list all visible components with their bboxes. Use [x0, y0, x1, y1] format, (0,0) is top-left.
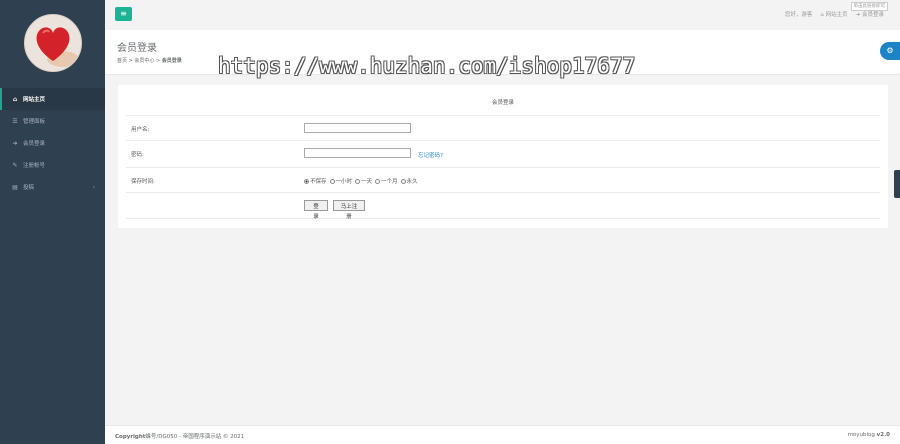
footer: Copyright蜂号/DG050 - 帝国程序演示站 © 2021 moyub…: [105, 425, 900, 444]
keep-radio-group: 不保存 一小时 一天 一个月 永久: [304, 177, 418, 185]
username-row: 用户名:: [126, 115, 880, 141]
keep-option-label: 一小时: [335, 179, 353, 185]
sidebar-item-label: 网站主页: [23, 97, 46, 103]
footer-copyright: Copyright蜂号/DG050 - 帝国程序演示站 © 2021: [115, 432, 244, 440]
password-input[interactable]: [304, 148, 411, 158]
gear-icon: ⚙: [886, 46, 894, 55]
radio-icon[interactable]: [375, 179, 381, 184]
sidebar-item-2[interactable]: ➜ 会员登录: [0, 132, 105, 154]
avatar[interactable]: [23, 14, 82, 72]
breadcrumb-member-center[interactable]: 会员中心: [134, 58, 154, 64]
sidebar-item-label: 投稿: [23, 185, 35, 191]
brand-name: moyublog: [847, 432, 875, 438]
watermark: https://www.huzhan.com/ishop17677: [218, 54, 636, 78]
sidebar-item-0[interactable]: ⌂ 网站主页: [0, 88, 105, 110]
sidebar-item-1[interactable]: ☰ 管理面板: [0, 110, 105, 132]
sidebar-item-4[interactable]: ▤ 投稿 ‹: [0, 176, 105, 198]
copyright-text: 蜂号/DG050 - 帝国程序演示站 © 2021: [145, 434, 245, 440]
home-icon: ⌂: [12, 95, 18, 103]
radio-icon[interactable]: [355, 179, 361, 184]
sidebar-item-label: 注册帐号: [23, 163, 46, 169]
login-button[interactable]: 登 录: [304, 200, 328, 220]
sidebar-item-label: 管理面板: [23, 119, 46, 125]
panel-title: 会员登录: [491, 100, 514, 106]
list-icon: ☰: [12, 117, 18, 125]
home-icon: ⌂: [820, 12, 824, 18]
version-text: v2.0: [876, 432, 890, 438]
keep-option-4[interactable]: 永久: [400, 177, 418, 185]
keep-option-label: 永久: [406, 179, 418, 185]
menu-toggle-button[interactable]: ≡: [115, 7, 132, 21]
sign-in-icon: ➜: [855, 12, 861, 18]
breadcrumb-home[interactable]: 首页: [117, 58, 127, 64]
radio-icon[interactable]: [304, 179, 309, 184]
page-title: 会员登录: [117, 43, 157, 54]
keep-row: 保存时间: 不保存 一小时 一天 一个月 永久: [126, 167, 880, 193]
register-button[interactable]: 马上注册: [333, 200, 365, 220]
topbar-link-login-label: 会员登录: [861, 12, 884, 18]
copyright-word: Copyright: [115, 434, 146, 440]
sidebar-item-3[interactable]: ✎ 注册帐号: [0, 154, 105, 176]
topbar-link-home-label: 网站主页: [825, 12, 848, 18]
password-label: 密码:: [131, 152, 144, 158]
password-row: 密码: 忘记密码?: [126, 140, 880, 166]
keep-option-3[interactable]: 一个月: [375, 177, 398, 185]
keep-option-2[interactable]: 一天: [355, 177, 372, 185]
sign-in-icon: ➜: [12, 139, 18, 147]
keep-option-label: 一天: [361, 179, 373, 185]
side-tab-handle[interactable]: [894, 170, 900, 198]
breadcrumb-current: 会员登录: [161, 58, 182, 64]
top-right-links: 您好，游客 ⌂ 网站主页 ➜ 会员登录: [785, 10, 884, 18]
sidebar: ⌂ 网站主页 ☰ 管理面板 ➜ 会员登录 ✎ 注册帐号 ▤ 投稿 ‹: [0, 0, 105, 444]
radio-icon[interactable]: [400, 179, 406, 184]
keep-option-1[interactable]: 一小时: [329, 177, 353, 185]
footer-brand: moyublog v2.0: [848, 432, 890, 438]
topbar: ≡ 单击此链接即可 您好，游客 ⌂ 网站主页 ➜ 会员登录: [105, 0, 900, 30]
topbar-link-login[interactable]: ➜ 会员登录: [856, 10, 884, 18]
breadcrumb: 首页 > 会员中心 > 会员登录: [117, 58, 182, 64]
bars-icon: ≡: [120, 9, 127, 18]
sidebar-nav: ⌂ 网站主页 ☰ 管理面板 ➜ 会员登录 ✎ 注册帐号 ▤ 投稿 ‹: [0, 88, 105, 198]
keep-option-label: 一个月: [381, 179, 398, 185]
sidebar-item-label: 会员登录: [23, 141, 46, 147]
profile-area: [0, 0, 105, 86]
username-label: 用户名:: [131, 127, 150, 133]
greeting-text: 您好，游客: [784, 12, 813, 18]
keep-option-label: 不保存: [310, 179, 327, 185]
topbar-link-home[interactable]: ⌂ 网站主页: [820, 10, 847, 18]
keep-label: 保存时间:: [131, 179, 155, 185]
buttons-row: 登 录 马上注册: [126, 192, 880, 220]
username-input[interactable]: [304, 123, 411, 133]
keep-option-0[interactable]: 不保存: [304, 177, 327, 185]
file-icon: ▤: [12, 183, 18, 191]
chevron-left-icon: ‹: [92, 183, 95, 191]
login-panel: 会员登录 用户名: 密码: 忘记密码? 保存时间: 不保存 一小时 一天 一个月 永久 …: [118, 85, 888, 228]
forgot-password-link[interactable]: 忘记密码?: [418, 151, 443, 159]
radio-icon[interactable]: [329, 179, 335, 184]
register-icon: ✎: [12, 161, 18, 169]
settings-float-button[interactable]: ⚙: [880, 42, 900, 60]
